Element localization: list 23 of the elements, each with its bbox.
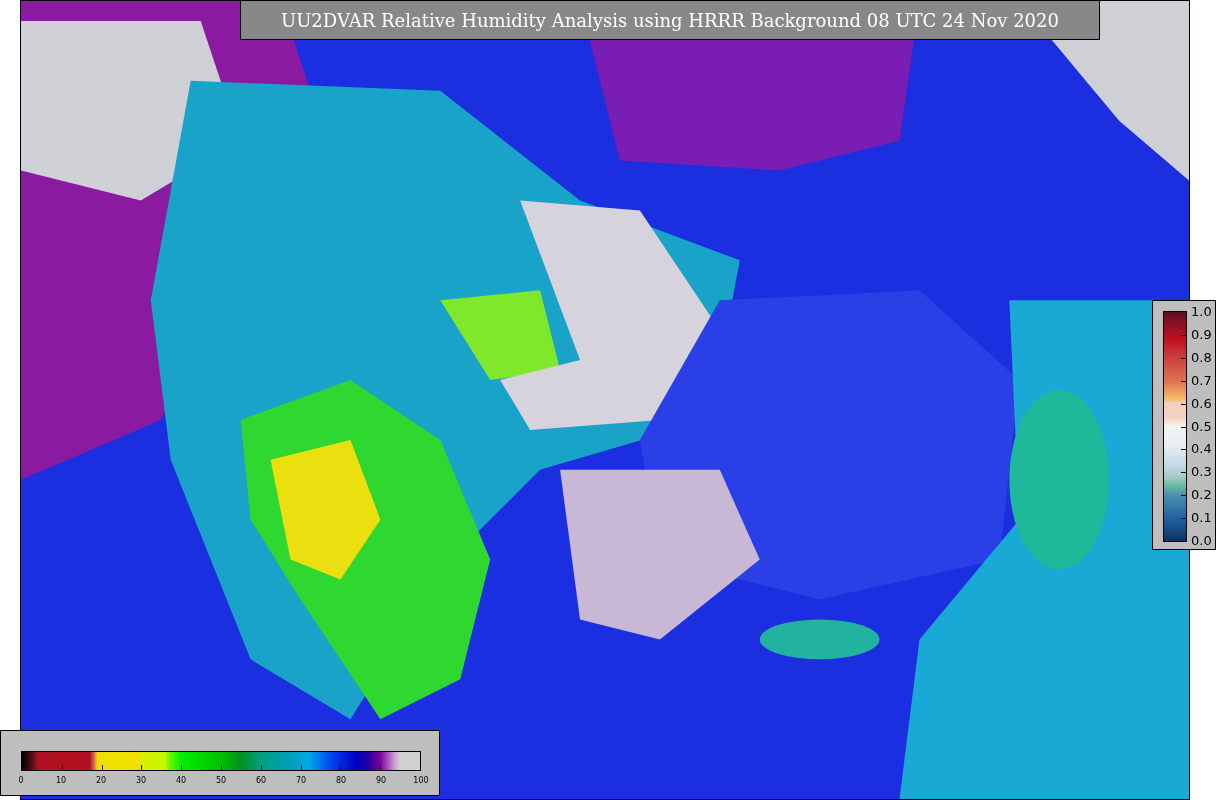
scale-label: 1.0 xyxy=(1191,303,1212,319)
scale-label: 0.6 xyxy=(1191,395,1212,411)
scale-label: 0.4 xyxy=(1191,440,1212,456)
scale-label: 30 xyxy=(135,776,147,785)
scale-label: 70 xyxy=(295,776,307,785)
scale-label: 50 xyxy=(215,776,227,785)
scale-label: 90 xyxy=(375,776,387,785)
scale-label: 0.3 xyxy=(1191,463,1212,479)
scale-label: 60 xyxy=(255,776,267,785)
scale-label: 20 xyxy=(95,776,107,785)
scale-label: 0.9 xyxy=(1191,326,1212,342)
chart-title: UU2DVAR Relative Humidity Analysis using HRRR Background 08 UTC 24 Nov 2020 xyxy=(281,9,1059,31)
scale-label: 40 xyxy=(175,776,187,785)
scale-label: 0.7 xyxy=(1191,372,1212,388)
scale-label: 0.5 xyxy=(1191,418,1212,433)
scale-label: 100 xyxy=(413,776,429,785)
scale-label: 80 xyxy=(335,776,347,785)
scale-label: 0.2 xyxy=(1191,486,1212,502)
scale-label: 0.8 xyxy=(1191,349,1212,365)
scale-label: 0.0 xyxy=(1191,532,1212,548)
scale-label: 0 xyxy=(18,776,24,785)
scale-label: 0.1 xyxy=(1191,509,1212,525)
scale-label: 10 xyxy=(55,776,67,785)
